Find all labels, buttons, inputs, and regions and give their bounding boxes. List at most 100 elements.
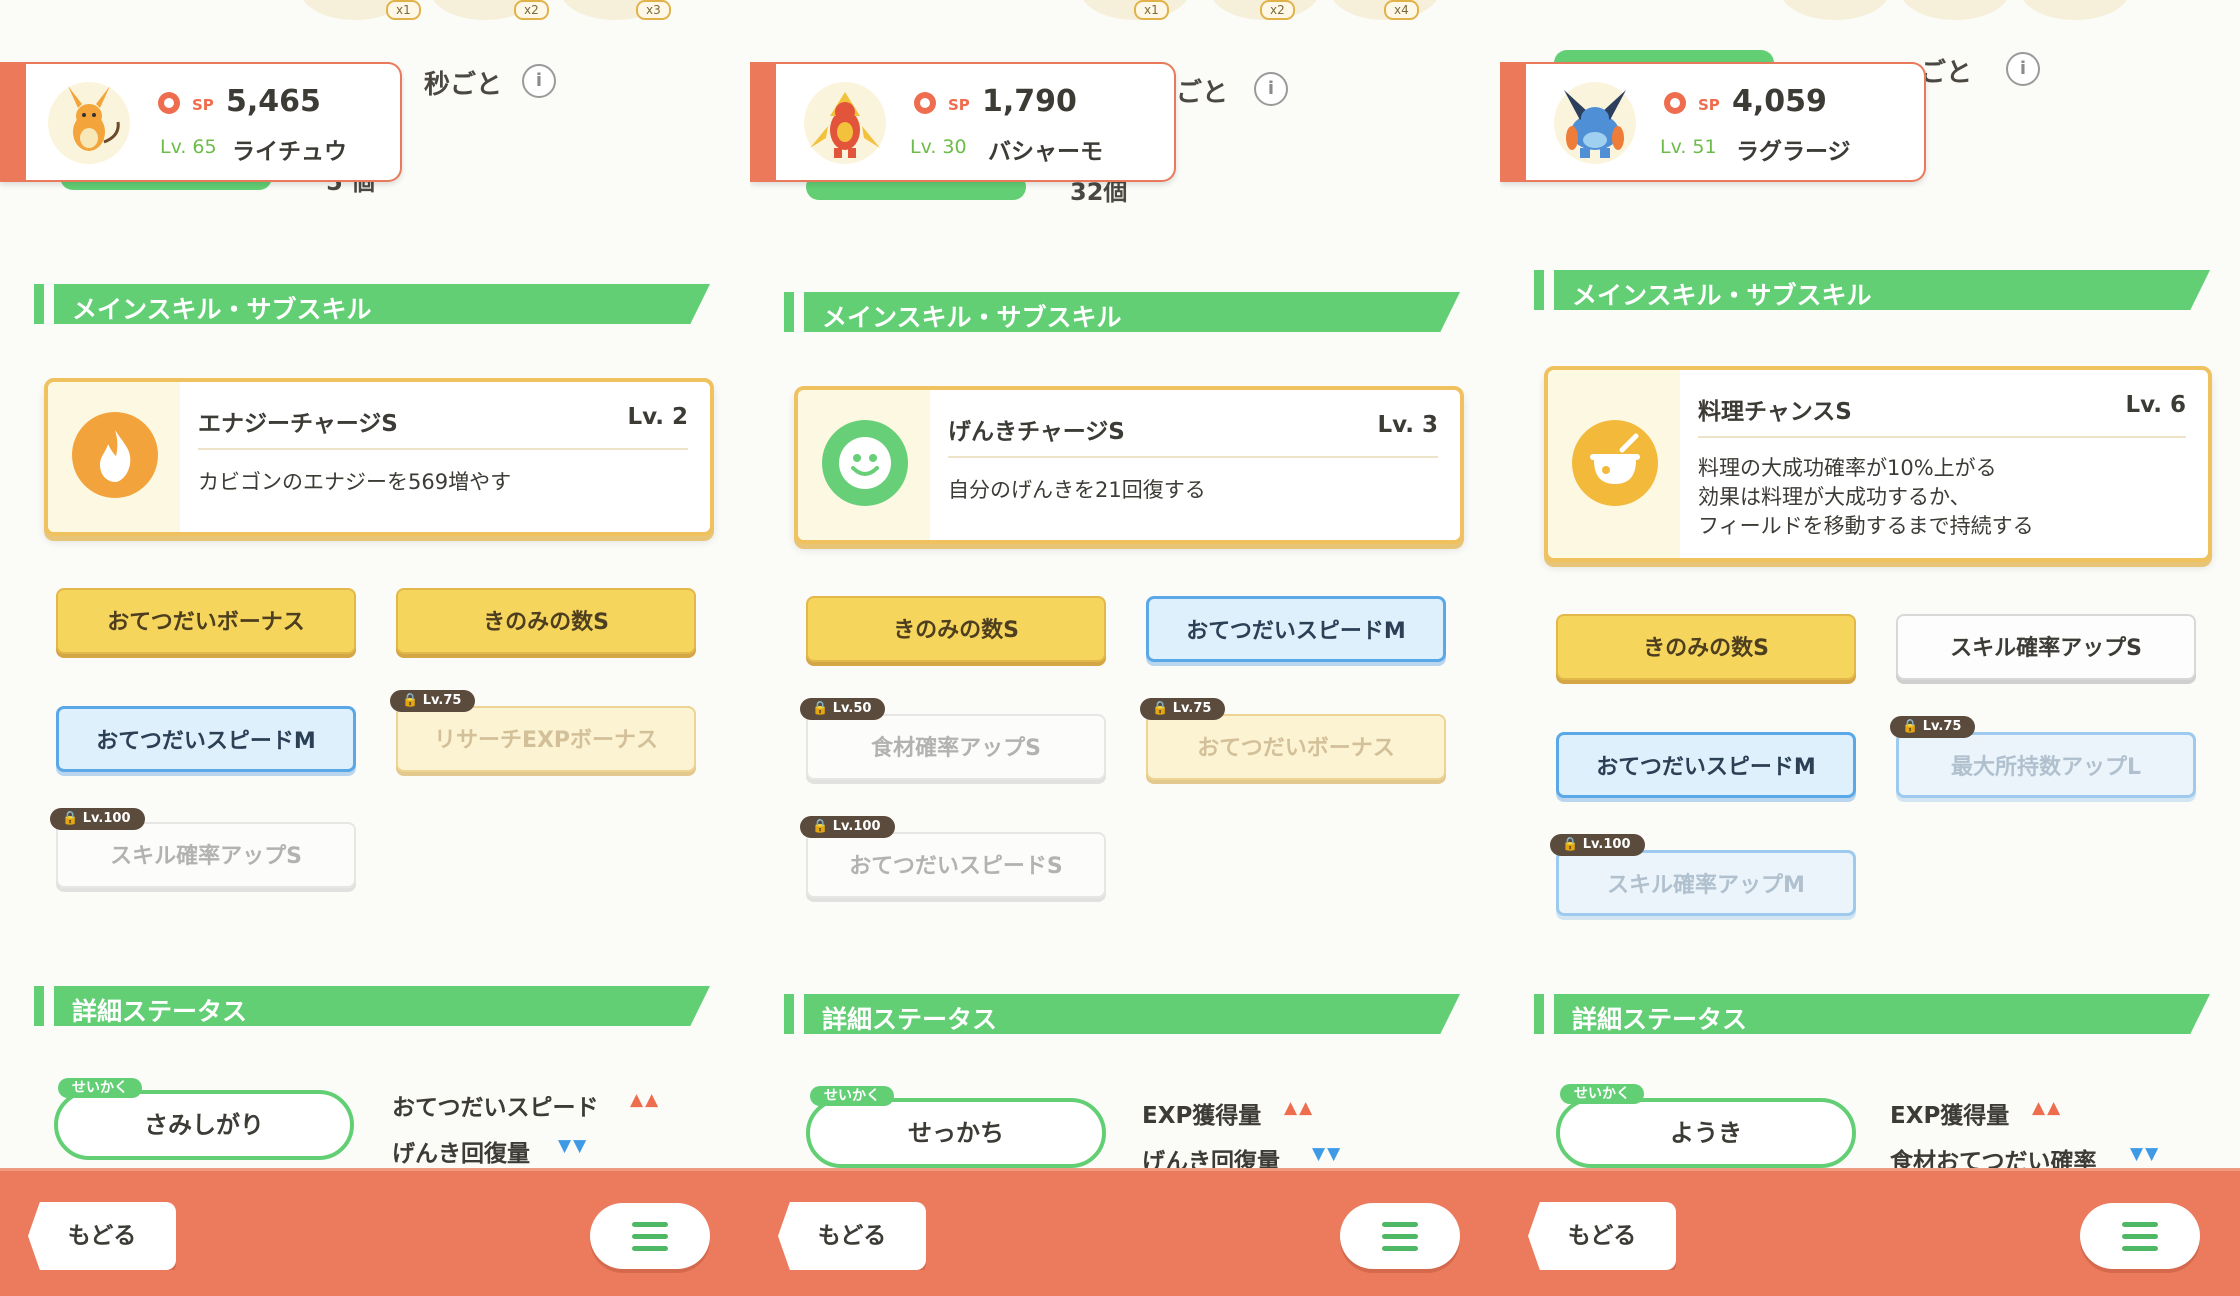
skill-name: エナジーチャージS (198, 411, 398, 437)
skill-description: 料理の大成功確率が10%上がる 効果は料理が大成功するか、 フィールドを移動する… (1698, 456, 2034, 538)
sp-value: 1,790 (982, 84, 1077, 119)
main-skill-section-header: メインスキル・サブスキル (1534, 270, 2210, 310)
pokemon-name: ライチュウ (232, 139, 347, 165)
subskill-button[interactable]: きのみの数S (1556, 614, 1856, 680)
skill-level: Lv. 2 (627, 404, 688, 430)
skill-icon-area (48, 382, 180, 532)
nature-box: ようき (1556, 1098, 1856, 1168)
pokemon-level: Lv. 65 (160, 136, 217, 158)
lock-level-tag: 🔒 Lv.100 (50, 808, 145, 830)
count-tag: x1 (1134, 0, 1169, 20)
top-area: x1 x2 x4 (750, 0, 1500, 40)
sp-label: SP (1698, 96, 1720, 114)
smile-icon (822, 420, 908, 506)
sp-value: 5,465 (226, 84, 321, 119)
info-icon[interactable]: i (1254, 72, 1288, 106)
berry-icon (1900, 0, 2010, 20)
pokemon-card[interactable]: SP 1,790 Lv. 30 バシャーモ (750, 62, 1176, 182)
subskill-button[interactable]: おてつだいスピードM (1146, 596, 1446, 662)
menu-button[interactable] (590, 1203, 710, 1269)
up-arrows-icon: ▲▲ (630, 1090, 661, 1110)
lock-level-tag: 🔒 Lv.75 (390, 690, 476, 712)
up-arrows-icon: ▲▲ (2032, 1098, 2063, 1118)
fire-icon (72, 412, 158, 498)
sp-icon (914, 92, 936, 114)
main-skill-card[interactable]: 料理チャンスS Lv. 6 料理の大成功確率が10%上がる 効果は料理が大成功す… (1544, 366, 2212, 562)
pokemon-sprite-icon (804, 82, 886, 164)
frequency-text: ごと (1920, 58, 1973, 88)
subskill-button-locked[interactable]: リサーチEXPボーナス (396, 706, 696, 772)
subskill-button-locked[interactable]: スキル確率アップM (1556, 850, 1856, 916)
main-skill-card[interactable]: げんきチャージS Lv. 3 自分のげんきを21回復する (794, 386, 1464, 544)
section-title: メインスキル・サブスキル (72, 295, 372, 324)
subskill-button[interactable]: おてつだいボーナス (56, 588, 356, 654)
menu-button[interactable] (2080, 1203, 2200, 1269)
skill-icon-area (1548, 370, 1680, 558)
pokemon-name: バシャーモ (988, 139, 1103, 165)
nature-box: せっかち (806, 1098, 1106, 1168)
lock-level: Lv.75 (1922, 719, 1962, 734)
pokemon-sprite-icon (48, 82, 130, 164)
up-arrows-icon: ▲▲ (1284, 1098, 1315, 1118)
lock-level: Lv.50 (832, 701, 872, 716)
detail-status-section-header: 詳細ステータス (784, 994, 1460, 1034)
pokemon-detail-panel-swampert: ごと i SP 4,059 Lv. 51 ラグラージ メインスキル・サブスキル (1500, 0, 2240, 1296)
subskill-button-locked[interactable]: 食材確率アップS (806, 714, 1106, 780)
stat-down-text: げんき回復量 (392, 1141, 530, 1167)
skill-description: カビゴンのエナジーを569増やす (198, 470, 512, 494)
subskill-button-locked[interactable]: 最大所持数アップL (1896, 732, 2196, 798)
menu-icon (632, 1222, 668, 1227)
section-title: 詳細ステータス (822, 1005, 998, 1034)
detail-status-section-header: 詳細ステータス (1534, 994, 2210, 1034)
back-button[interactable]: もどる (1528, 1202, 1676, 1270)
section-title: 詳細ステータス (72, 997, 248, 1026)
frequency-text: 秒ごと (424, 70, 503, 100)
main-skill-section-header: メインスキル・サブスキル (784, 292, 1460, 332)
count-tag: x3 (636, 0, 671, 20)
menu-icon (1382, 1222, 1418, 1227)
section-title: メインスキル・サブスキル (1572, 281, 1872, 310)
subskill-button[interactable]: きのみの数S (806, 596, 1106, 662)
lock-level: Lv.100 (1582, 837, 1631, 852)
pokemon-level: Lv. 30 (910, 136, 967, 158)
berry-icon (1780, 0, 1890, 20)
info-icon[interactable]: i (2006, 52, 2040, 86)
down-arrows-icon: ▼▼ (1312, 1144, 1343, 1164)
back-button[interactable]: もどる (28, 1202, 176, 1270)
main-skill-card[interactable]: エナジーチャージS Lv. 2 カビゴンのエナジーを569増やす (44, 378, 714, 536)
subskill-button[interactable]: スキル確率アップS (1896, 614, 2196, 680)
pokemon-level: Lv. 51 (1660, 136, 1717, 158)
divider (1698, 436, 2186, 438)
subskill-button[interactable]: きのみの数S (396, 588, 696, 654)
count-tag: x1 (386, 0, 421, 20)
back-button[interactable]: もどる (778, 1202, 926, 1270)
pokemon-card[interactable]: SP 4,059 Lv. 51 ラグラージ (1500, 62, 1926, 182)
top-area: x1 x2 x3 (0, 0, 750, 40)
divider (198, 448, 688, 450)
pokemon-card[interactable]: SP 5,465 Lv. 65 ライチュウ (0, 62, 402, 182)
lock-level-tag: 🔒 Lv.100 (800, 816, 895, 838)
nature-label: せいかく (1560, 1084, 1644, 1104)
pokemon-detail-panel-blaziken: x1 x2 x4 32個 ごと i SP 1,790 Lv. 30 バシャーモ … (750, 0, 1500, 1296)
down-arrows-icon: ▼▼ (2130, 1144, 2161, 1164)
subskill-button[interactable]: おてつだいスピードM (56, 706, 356, 772)
lock-level-tag: 🔒 Lv.50 (800, 698, 886, 720)
sp-value: 4,059 (1732, 84, 1827, 119)
top-area (1500, 0, 2240, 40)
sp-label: SP (192, 96, 214, 114)
lock-level: Lv.100 (832, 819, 881, 834)
subskill-button-locked[interactable]: おてつだいスピードS (806, 832, 1106, 898)
subskill-button-locked[interactable]: おてつだいボーナス (1146, 714, 1446, 780)
subskill-button-locked[interactable]: スキル確率アップS (56, 822, 356, 888)
sp-icon (1664, 92, 1686, 114)
lock-level-tag: 🔒 Lv.100 (1550, 834, 1645, 856)
divider (948, 456, 1438, 458)
info-icon[interactable]: i (522, 64, 556, 98)
skill-description: 自分のげんきを21回復する (948, 478, 1206, 502)
menu-button[interactable] (1340, 1203, 1460, 1269)
menu-icon (2122, 1222, 2158, 1227)
count-tag: x2 (1260, 0, 1295, 20)
skill-name: 料理チャンスS (1698, 399, 1852, 425)
subskill-button[interactable]: おてつだいスピードM (1556, 732, 1856, 798)
skill-level: Lv. 6 (2125, 392, 2186, 418)
